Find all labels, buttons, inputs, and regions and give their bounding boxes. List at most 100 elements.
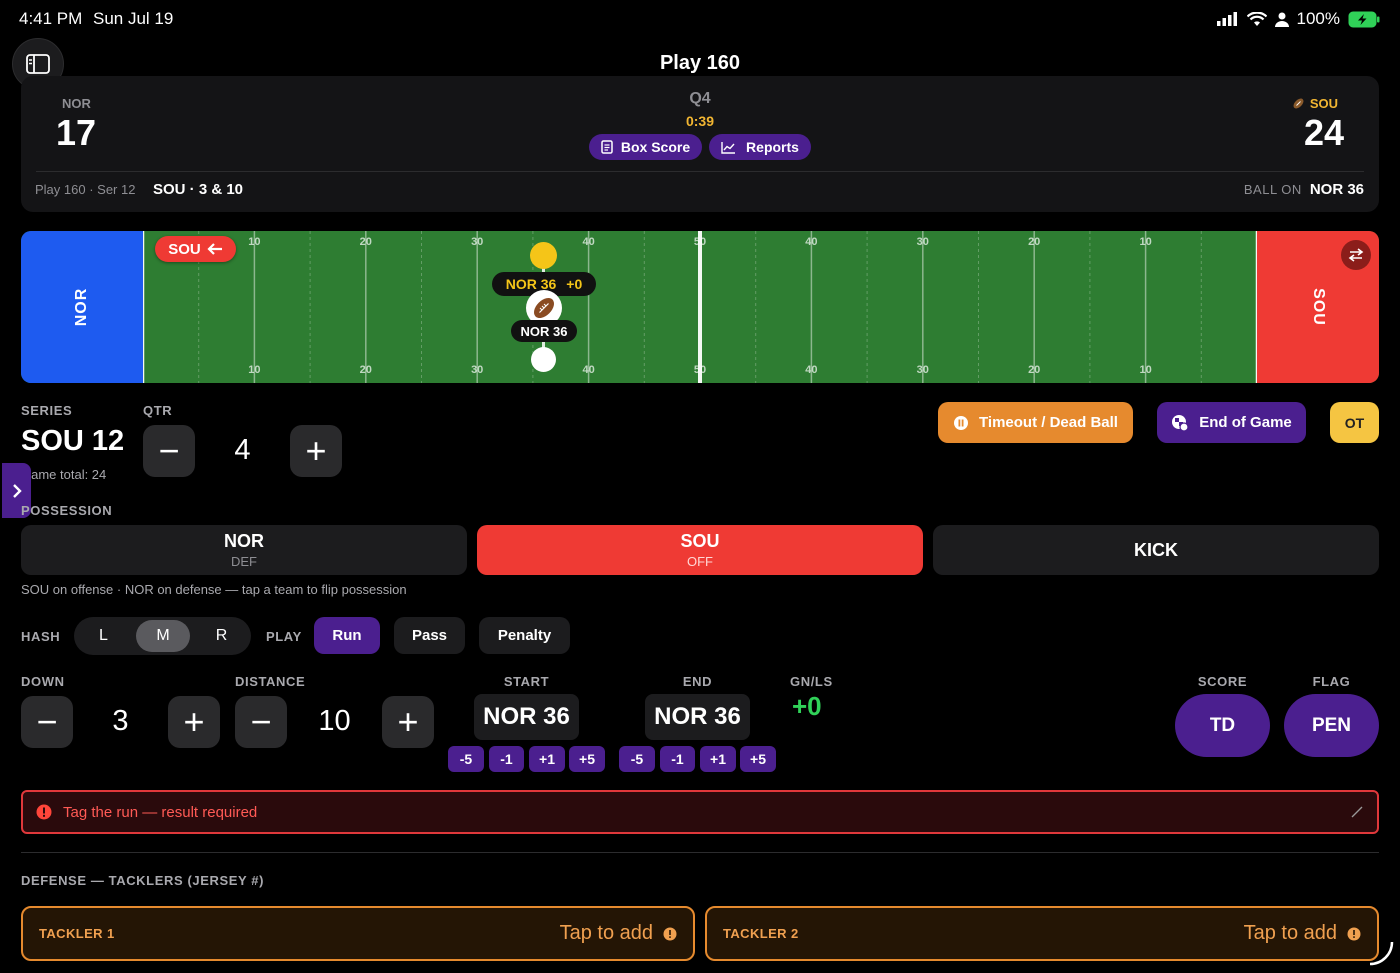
start-label: START — [503, 674, 550, 689]
section-divider — [21, 852, 1379, 853]
person-icon — [1274, 12, 1289, 27]
timeout-label: Timeout / Dead Ball — [979, 414, 1118, 431]
home-endzone: NOR — [21, 231, 143, 383]
tackler-2-placeholder: Tap to add — [1243, 922, 1337, 944]
home-endzone-label: NOR — [73, 287, 90, 327]
football-field[interactable]: NOR SOU SOU NOR 36 +0 NOR 36 10 20 30 40 50 4… — [21, 231, 1379, 383]
qtr-increment-button[interactable]: + — [290, 425, 342, 477]
start-minus-1-button[interactable]: -1 — [489, 746, 524, 772]
yard-number-top: 30 — [471, 236, 484, 248]
tackler-2-field[interactable]: TACKLER 2 Tap to add — [705, 906, 1379, 961]
plus-icon: + — [397, 701, 419, 742]
box-score-label: Box Score — [620, 139, 691, 155]
scoreboard-card: NOR 17 Q4 0:39 Box Score Reports SOU 24 … — [21, 76, 1379, 212]
yard-number-top: 40 — [805, 236, 818, 248]
pause-circle-icon — [954, 415, 969, 430]
qtr-value: 4 — [234, 434, 251, 466]
gain-loss-value: +0 — [792, 691, 822, 721]
direction-badge: SOU — [155, 236, 236, 262]
hash-right-option[interactable]: R — [192, 617, 251, 655]
chart-icon — [721, 141, 736, 154]
minus-icon: − — [158, 430, 180, 471]
edit-icon — [1351, 806, 1363, 818]
possession-away-role: OFF — [687, 554, 713, 569]
tackler-1-field[interactable]: TACKLER 1 Tap to add — [21, 906, 695, 961]
end-of-game-button[interactable]: End of Game — [1157, 402, 1306, 443]
down-decrement-button[interactable]: − — [21, 696, 73, 748]
plus-icon: + — [305, 430, 327, 471]
end-of-game-label: End of Game — [1199, 414, 1292, 431]
qtr-decrement-button[interactable]: − — [143, 425, 195, 477]
yard-number-top: 20 — [359, 236, 372, 248]
page-title: Play 160 — [659, 52, 741, 74]
football-icon — [533, 297, 555, 319]
end-marker-handle[interactable] — [531, 347, 556, 372]
away-endzone: SOU — [1257, 231, 1379, 383]
distance-label: DISTANCE — [235, 674, 306, 689]
start-plus-1-button[interactable]: +1 — [529, 746, 565, 772]
yard-number-top: 30 — [916, 236, 929, 248]
yard-number-bottom: 40 — [805, 364, 818, 376]
away-team-abbr: SOU — [1309, 96, 1338, 111]
arrow-left-icon — [207, 243, 222, 255]
end-minus-5-button[interactable]: -5 — [619, 746, 655, 772]
flag-checkered-icon — [1172, 414, 1189, 432]
distance-increment-button[interactable]: + — [382, 696, 434, 748]
yard-number-bottom: 10 — [1139, 364, 1152, 376]
timeout-dead-ball-button[interactable]: Timeout / Dead Ball — [938, 402, 1133, 443]
possession-home-role: DEF — [231, 554, 257, 569]
yard-number-bottom: 20 — [1028, 364, 1041, 376]
end-minus-1-button[interactable]: -1 — [660, 746, 695, 772]
ball-marker-handle[interactable] — [530, 242, 557, 269]
ball-tag-position: NOR 36 — [505, 276, 557, 292]
play-run-button[interactable]: Run — [314, 617, 380, 654]
alert-icon — [36, 804, 52, 820]
hash-middle-option[interactable]: M — [136, 620, 190, 652]
status-time: 4:41 PM — [19, 9, 83, 28]
swap-direction-button[interactable] — [1341, 240, 1371, 270]
start-minus-5-button[interactable]: -5 — [448, 746, 484, 772]
reports-button[interactable]: Reports — [709, 134, 811, 160]
down-value: 3 — [112, 705, 129, 737]
touchdown-button[interactable]: TD — [1175, 694, 1270, 757]
distance-decrement-button[interactable]: − — [235, 696, 287, 748]
end-plus-5-button[interactable]: +5 — [740, 746, 776, 772]
yard-number-top: 40 — [582, 236, 595, 248]
gain-loss-label: GN/LS — [790, 674, 833, 689]
tackler-1-label: TACKLER 1 — [39, 926, 115, 941]
penalty-button[interactable]: PEN — [1284, 694, 1379, 757]
series-label: SERIES — [21, 403, 73, 418]
game-clock: 0:39 — [685, 113, 715, 129]
yard-number-bottom: 30 — [916, 364, 929, 376]
wifi-icon — [1246, 11, 1267, 26]
down-increment-button[interactable]: + — [168, 696, 220, 748]
hash-segmented-control: L M R — [74, 617, 251, 655]
spot-tag: NOR 36 — [511, 320, 577, 342]
overtime-button[interactable]: OT — [1330, 402, 1379, 443]
play-penalty-button[interactable]: Penalty — [479, 617, 570, 654]
hash-left-option[interactable]: L — [74, 617, 133, 655]
end-yardline-value[interactable]: NOR 36 — [645, 694, 750, 740]
status-indicators: 100% — [1216, 9, 1380, 29]
possession-away-button[interactable]: SOU OFF — [477, 525, 923, 575]
field-lines — [143, 231, 1257, 383]
start-yardline-value[interactable]: NOR 36 — [474, 694, 579, 740]
alert-text: Tag the run — result required — [63, 803, 258, 821]
end-label: END — [682, 674, 713, 689]
minus-icon: − — [250, 701, 272, 742]
box-score-button[interactable]: Box Score — [589, 134, 702, 160]
minus-icon: − — [36, 701, 58, 742]
chevron-right-icon — [12, 483, 22, 498]
end-plus-1-button[interactable]: +1 — [700, 746, 736, 772]
qtr-label: QTR — [143, 403, 173, 418]
possession-label: POSSESSION — [21, 503, 113, 518]
possession-home-button[interactable]: NOR DEF — [21, 525, 467, 575]
run-result-alert[interactable]: Tag the run — result required — [21, 790, 1379, 834]
kick-button[interactable]: KICK — [933, 525, 1379, 575]
battery-charging-icon — [1348, 11, 1380, 27]
start-plus-5-button[interactable]: +5 — [569, 746, 605, 772]
warning-dot-icon — [663, 927, 677, 940]
tackler-1-placeholder: Tap to add — [559, 922, 653, 944]
play-pass-button[interactable]: Pass — [394, 617, 465, 654]
away-endzone-label: SOU — [1310, 288, 1327, 326]
